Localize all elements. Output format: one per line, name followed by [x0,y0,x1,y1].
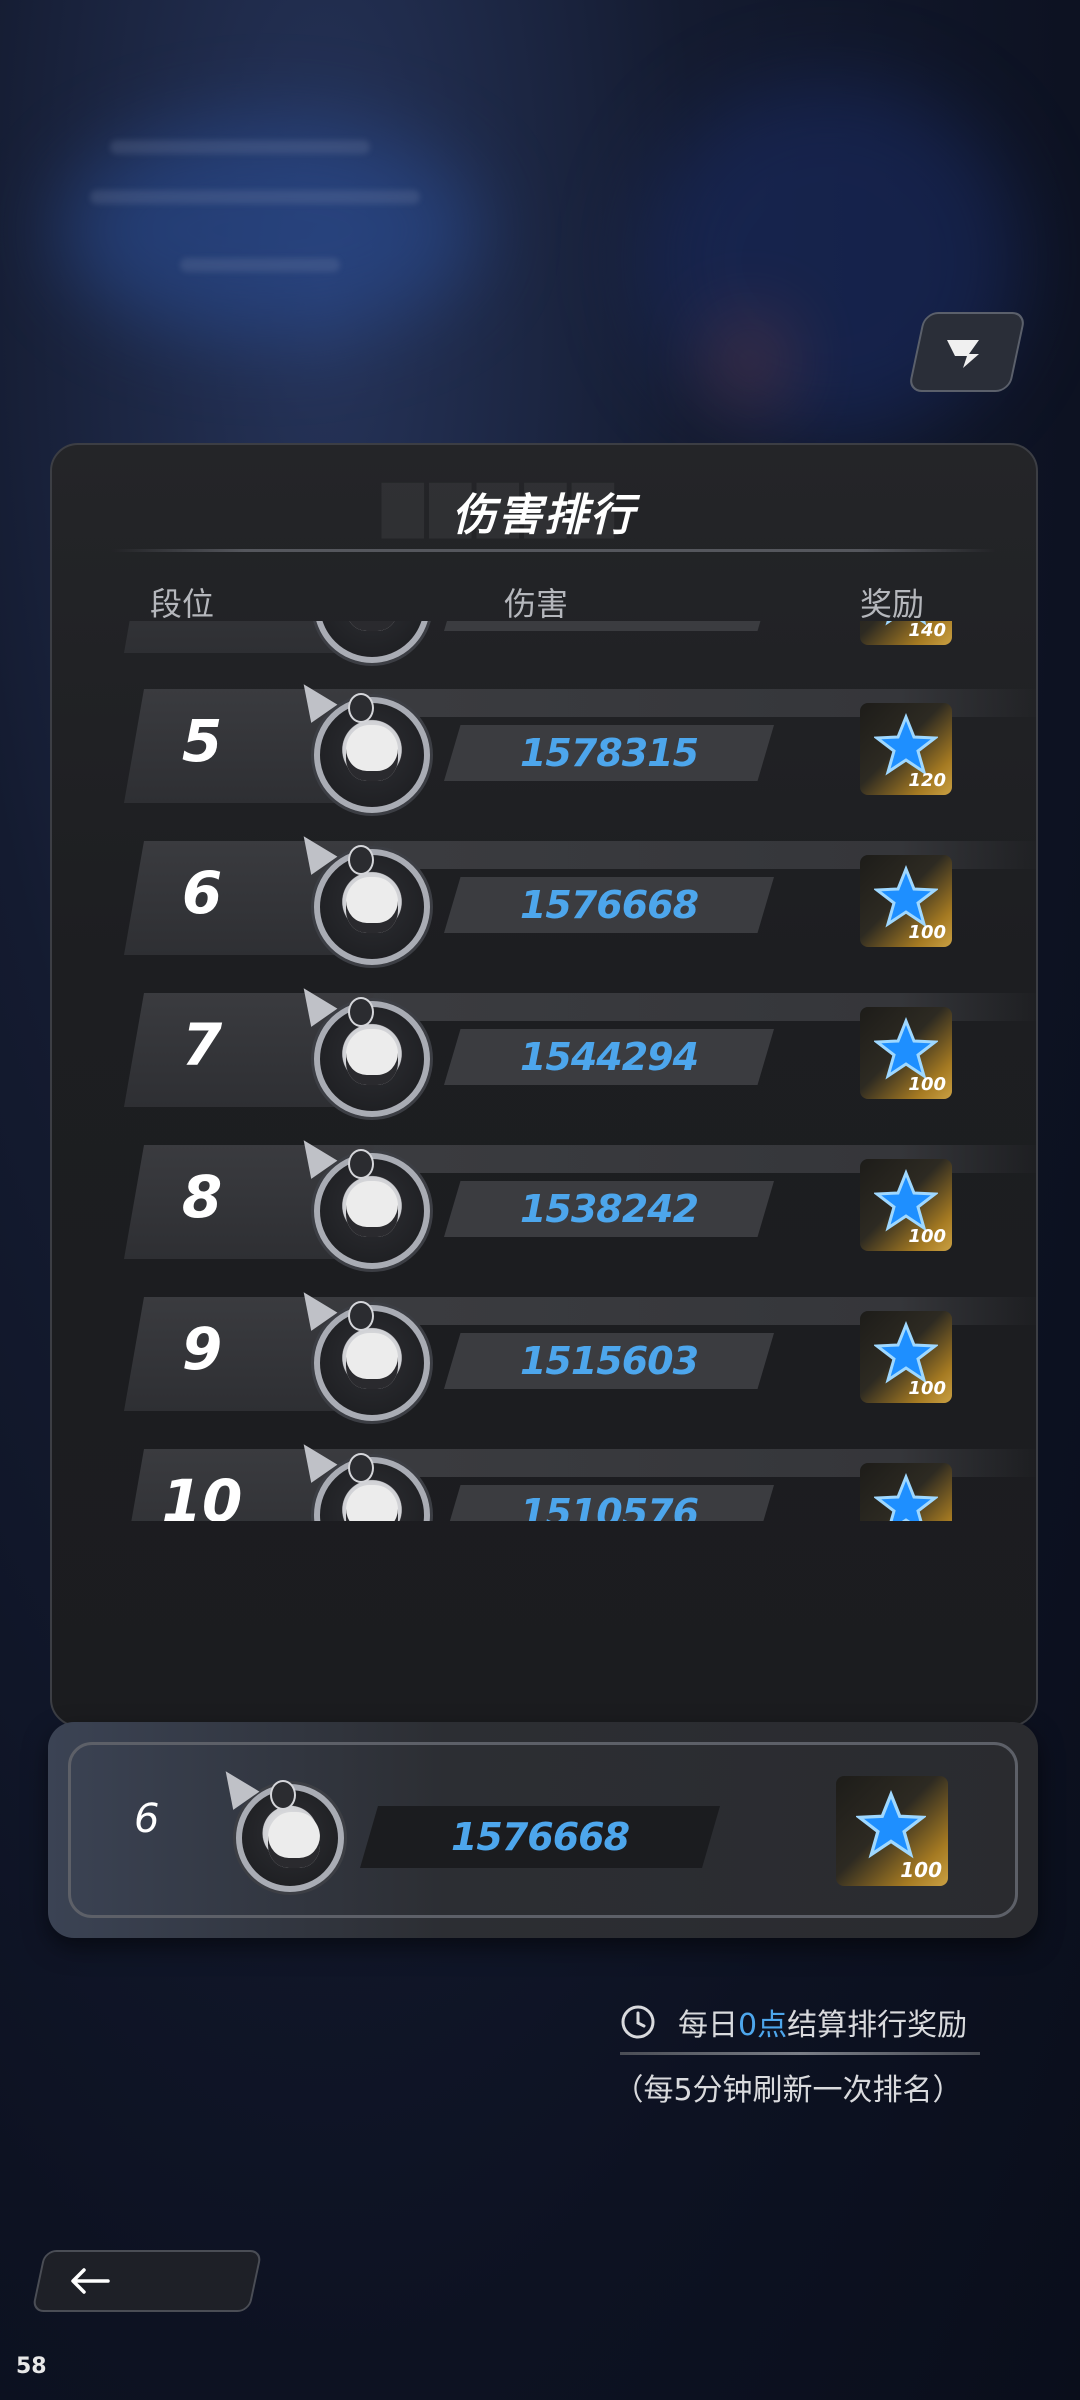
fps-counter: 58 [16,2354,47,2379]
rank-number: 4 [142,621,262,625]
my-rank-number: 6 [134,1796,160,1842]
blue-star-icon [874,865,938,928]
damage-value: 1544294 [519,1035,699,1079]
my-avatar [236,1780,344,1892]
reward-quantity: 100 [908,1226,946,1247]
column-header-damage: 伤害 [504,585,569,623]
reward-item[interactable]: 120 [860,703,952,795]
arrow-left-icon [71,2268,110,2294]
my-ranking-row[interactable]: 6 1576668 100 [48,1722,1038,1938]
ranking-row[interactable]: 10 1510576 100 [124,1449,1036,1521]
background-blur [110,140,370,154]
refresh-note: （每5分钟刷新一次排名） [613,2073,963,2108]
reward-item[interactable]: 100 [860,1159,952,1251]
my-damage-value: 1576668 [450,1815,630,1859]
back-button[interactable] [31,2250,263,2312]
background-blur [180,258,340,272]
reward-quantity: 100 [908,1074,946,1095]
column-header-reward: 奖励 [860,585,925,623]
rank-number: 7 [181,1011,223,1079]
note-highlight: 0点 [738,2008,788,2043]
reward-item[interactable]: 100 [860,1311,952,1403]
settlement-note: 每日 0点 结算排行奖励 （每5分钟刷新一次排名） [613,2000,980,2109]
player-avatar [314,1301,430,1421]
ranking-row[interactable]: 4 140 [124,621,1036,663]
reward-item[interactable]: 100 [860,1463,952,1521]
damage-value: 1578315 [519,731,699,775]
rank-number: 8 [181,1163,223,1231]
rank-number: 6 [181,859,223,927]
blue-star-icon [874,1169,938,1232]
ranking-list[interactable]: 4 140 5 1578315 120 6 1576668 [52,621,1036,1521]
reward-quantity: 100 [908,922,946,943]
blue-star-icon [874,1473,938,1521]
player-avatar [314,693,430,813]
damage-value: 1510576 [519,1491,699,1521]
damage-value: 1515603 [519,1339,699,1383]
reward-quantity: 140 [908,621,946,641]
reward-item[interactable]: 100 [860,1007,952,1099]
note-suffix: 结算排行奖励 [787,2008,968,2043]
ranking-panel: ▇▇▇▇▇ 伤害排行 段位 伤害 奖励 4 140 5 1578315 120 [50,443,1038,1727]
background-blur [90,190,420,204]
blue-star-icon [856,1790,926,1859]
reward-quantity: 100 [900,1858,942,1882]
damage-value: 1538242 [519,1187,699,1231]
divider [620,2052,980,2055]
share-icon [947,340,979,368]
rank-number: 10 [161,1467,243,1521]
ranking-row[interactable]: 7 1544294 100 [124,993,1036,1117]
blue-star-icon [874,1321,938,1384]
player-avatar [314,621,430,663]
blue-star-icon [874,1017,938,1080]
column-header-rank: 段位 [150,585,215,623]
reward-item[interactable]: 140 [860,621,952,645]
note-prefix: 每日 [678,2008,738,2043]
player-avatar [314,1149,430,1269]
ranking-row[interactable]: 5 1578315 120 [124,689,1036,813]
share-button[interactable] [907,312,1027,392]
damage-value: 1576668 [519,883,699,927]
rank-number: 9 [181,1315,223,1383]
reward-quantity: 120 [908,770,946,791]
player-avatar [314,845,430,965]
rank-number: 5 [181,707,223,775]
blue-star-icon [874,713,938,776]
panel-title: 伤害排行 [452,490,636,541]
my-reward-item[interactable]: 100 [836,1776,948,1886]
clock-icon [621,2005,655,2039]
divider [112,549,996,552]
ranking-row[interactable]: 8 1538242 100 [124,1145,1036,1269]
background-glow [720,320,780,400]
reward-item[interactable]: 100 [860,855,952,947]
reward-quantity: 100 [908,1378,946,1399]
ranking-row[interactable]: 9 1515603 100 [124,1297,1036,1421]
player-avatar [314,997,430,1117]
ranking-row[interactable]: 6 1576668 100 [124,841,1036,965]
